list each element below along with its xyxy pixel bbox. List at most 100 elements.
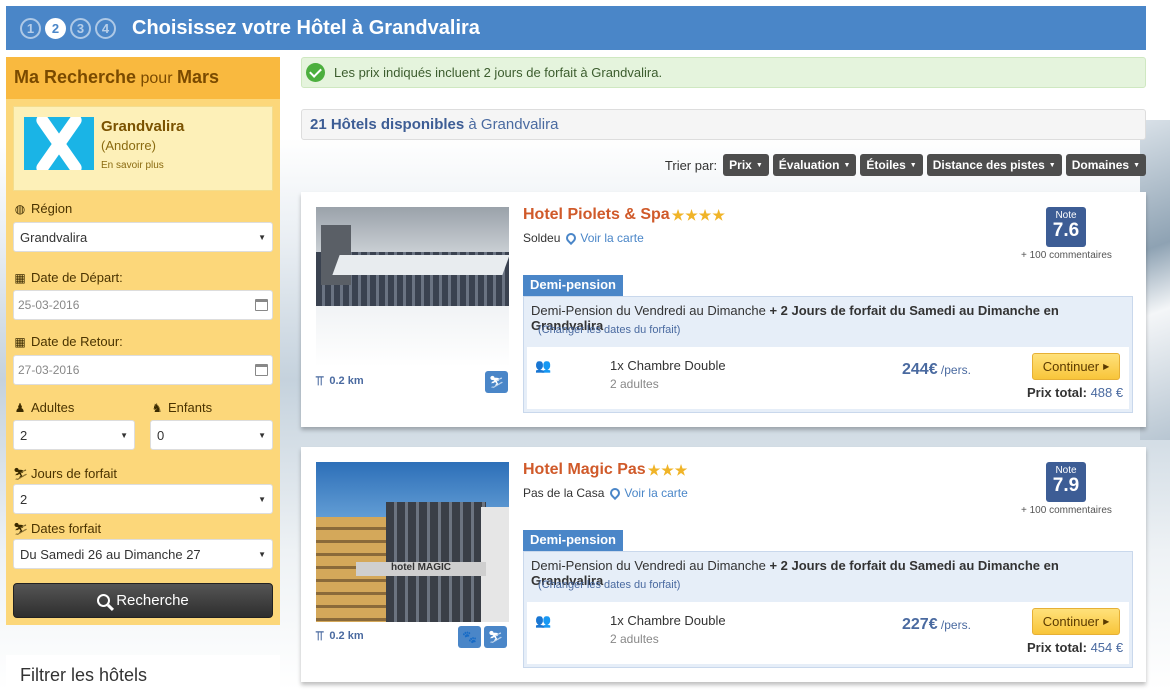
sort-rating-button[interactable]: Évaluation ▼ — [772, 154, 857, 176]
pets-allowed-icon: 🐾 — [458, 626, 481, 648]
continue-button[interactable]: Continuer ▶ — [1032, 608, 1120, 635]
step-1[interactable]: 1 — [20, 17, 41, 39]
calendar-icon: ▦ — [14, 270, 26, 285]
children-label: ♞ Enfants — [151, 400, 213, 415]
caret-down-icon: ▼ — [1048, 161, 1056, 169]
hotel-card: ⫪ 0.2 km ⛷ Hotel Piolets & Spa ★★★★ Solde… — [301, 192, 1146, 427]
sidebar-title-main: Ma Recherche — [14, 67, 137, 87]
offer-box: Demi-Pension du Vendredi au Dimanche + 2… — [523, 296, 1133, 413]
room-occupancy: 2 adultes — [610, 377, 659, 391]
change-dates-link[interactable]: (Changer les dates du forfait) — [538, 579, 680, 591]
room-name: 1x Chambre Double — [610, 613, 726, 628]
adults-label: ♟ Adultes — [14, 400, 75, 415]
step-3: 3 — [70, 17, 91, 39]
room-name: 1x Chambre Double — [610, 358, 726, 373]
total-price: Prix total: 454 € — [1027, 640, 1124, 655]
calendar-icon[interactable] — [255, 299, 268, 311]
children-select[interactable]: 0 ▼ — [150, 420, 273, 450]
person-icon: ♟ — [14, 400, 26, 415]
price-per-person: 244€ /pers. — [902, 361, 971, 378]
filter-title: Filtrer les hôtels — [20, 665, 148, 685]
continue-button[interactable]: Continuer ▶ — [1032, 353, 1120, 380]
hotel-location: Soldeu Voir la carte — [523, 230, 644, 246]
caret-down-icon: ▼ — [909, 161, 917, 169]
distance-info: ⫪ 0.2 km — [316, 373, 364, 388]
sidebar-title-for: pour — [136, 70, 177, 87]
price-per-person: 227€ /pers. — [902, 616, 971, 633]
sidebar-title-month: Mars — [176, 67, 220, 87]
sidebar-title: Ma Recherche pour Mars — [6, 57, 280, 99]
sort-bar: Trier par: Prix ▼ Évaluation ▼ Étoiles ▼ Di… — [665, 154, 1146, 176]
page-title: Choisissez votre Hôtel à Grandvalira — [132, 16, 480, 39]
results-count-rest: à Grandvalira — [464, 116, 559, 133]
skidays-select[interactable]: 2 ▼ — [13, 484, 273, 514]
ski-lift-icon: ⫪ — [316, 373, 324, 388]
globe-icon: ◍ — [14, 201, 26, 216]
hotel-card: hotel MAGIC ⫪ 0.2 km 🐾 ⛷ Hotel Magic Pas… — [301, 447, 1146, 682]
page-header: 1 2 3 4 Choisissez votre Hôtel à Grandva… — [6, 6, 1146, 50]
price-notice: Les prix indiqués incluent 2 jours de fo… — [301, 57, 1146, 88]
resort-country: (Andorre) — [101, 138, 156, 153]
sort-stars-button[interactable]: Étoiles ▼ — [860, 154, 923, 176]
star-rating: ★★★ — [647, 461, 689, 478]
ski-in-icon: ⛷ — [484, 626, 507, 648]
room-row: 👥 1x Chambre Double 2 adultes 227€ /pers… — [527, 602, 1129, 664]
skier-icon: ⛷ — [13, 521, 29, 536]
ski-lift-icon: ⫪ — [316, 628, 324, 643]
child-icon: ♞ — [151, 400, 163, 415]
map-link[interactable]: Voir la carte — [580, 231, 643, 245]
skier-icon: ⛷ — [13, 466, 29, 481]
hotel-name[interactable]: Hotel Piolets & Spa ★★★★ — [523, 206, 726, 224]
offer-box: Demi-Pension du Vendredi au Dimanche + 2… — [523, 551, 1133, 668]
map-link[interactable]: Voir la carte — [624, 486, 687, 500]
caret-down-icon: ▼ — [755, 161, 763, 169]
comments-link[interactable]: + 100 commentaires — [1021, 250, 1112, 261]
change-dates-link[interactable]: (Changer les dates du forfait) — [538, 324, 680, 336]
skidates-select[interactable]: Du Samedi 26 au Dimanche 27 ▼ — [13, 539, 273, 569]
map-pin-icon — [564, 230, 579, 246]
board-tag: Demi-pension — [523, 530, 623, 551]
check-circle-icon — [306, 63, 325, 82]
return-date-input[interactable]: 27-03-2016 — [13, 355, 273, 385]
people-icon: 👥 — [535, 613, 552, 628]
caret-down-icon: ▼ — [1133, 161, 1140, 169]
hotel-photo[interactable] — [316, 207, 509, 367]
caret-down-icon: ▼ — [258, 549, 266, 559]
depart-date-input[interactable]: 25-03-2016 — [13, 290, 273, 320]
caret-down-icon: ▼ — [258, 430, 266, 440]
depart-label: ▦ Date de Départ: — [14, 270, 123, 285]
step-4: 4 — [95, 17, 116, 39]
sort-domains-button[interactable]: Domaines ▼ — [1065, 154, 1146, 176]
room-occupancy: 2 adultes — [610, 632, 659, 646]
sort-price-button[interactable]: Prix ▼ — [723, 154, 769, 176]
caret-down-icon: ▼ — [843, 161, 851, 169]
play-icon: ▶ — [1103, 617, 1110, 626]
step-indicator: 1 2 3 4 — [20, 17, 116, 39]
step-2-active: 2 — [45, 17, 66, 39]
sort-label: Trier par: — [664, 157, 718, 173]
skidates-label: ⛷ Dates forfait — [13, 521, 102, 536]
hotel-photo[interactable]: hotel MAGIC — [316, 462, 509, 622]
sort-distance-button[interactable]: Distance des pistes ▼ — [926, 154, 1062, 176]
resort-logo-icon — [24, 117, 94, 170]
calendar-icon[interactable] — [255, 364, 268, 376]
hotel-location: Pas de la Casa Voir la carte — [523, 485, 688, 501]
region-label: ◍ Région — [14, 201, 73, 216]
hotel-name[interactable]: Hotel Magic Pas ★★★ — [523, 461, 688, 479]
map-pin-icon — [608, 485, 623, 501]
resort-name: Grandvalira — [101, 118, 185, 135]
play-icon: ▶ — [1103, 362, 1110, 371]
search-icon — [97, 594, 111, 607]
caret-down-icon: ▼ — [258, 232, 266, 242]
caret-down-icon: ▼ — [258, 494, 266, 504]
adults-select[interactable]: 2 ▼ — [13, 420, 135, 450]
board-tag: Demi-pension — [523, 275, 623, 296]
resort-card: Grandvalira (Andorre) En savoir plus — [13, 106, 273, 191]
distance-info: ⫪ 0.2 km — [316, 628, 364, 643]
total-price: Prix total: 488 € — [1027, 385, 1124, 400]
comments-link[interactable]: + 100 commentaires — [1021, 505, 1112, 516]
search-button[interactable]: Recherche — [13, 583, 273, 618]
resort-more-link[interactable]: En savoir plus — [101, 160, 184, 171]
region-select[interactable]: Grandvalira ▼ — [13, 222, 273, 252]
search-sidebar: Ma Recherche pour Mars Grandvalira (Ando… — [6, 57, 280, 625]
